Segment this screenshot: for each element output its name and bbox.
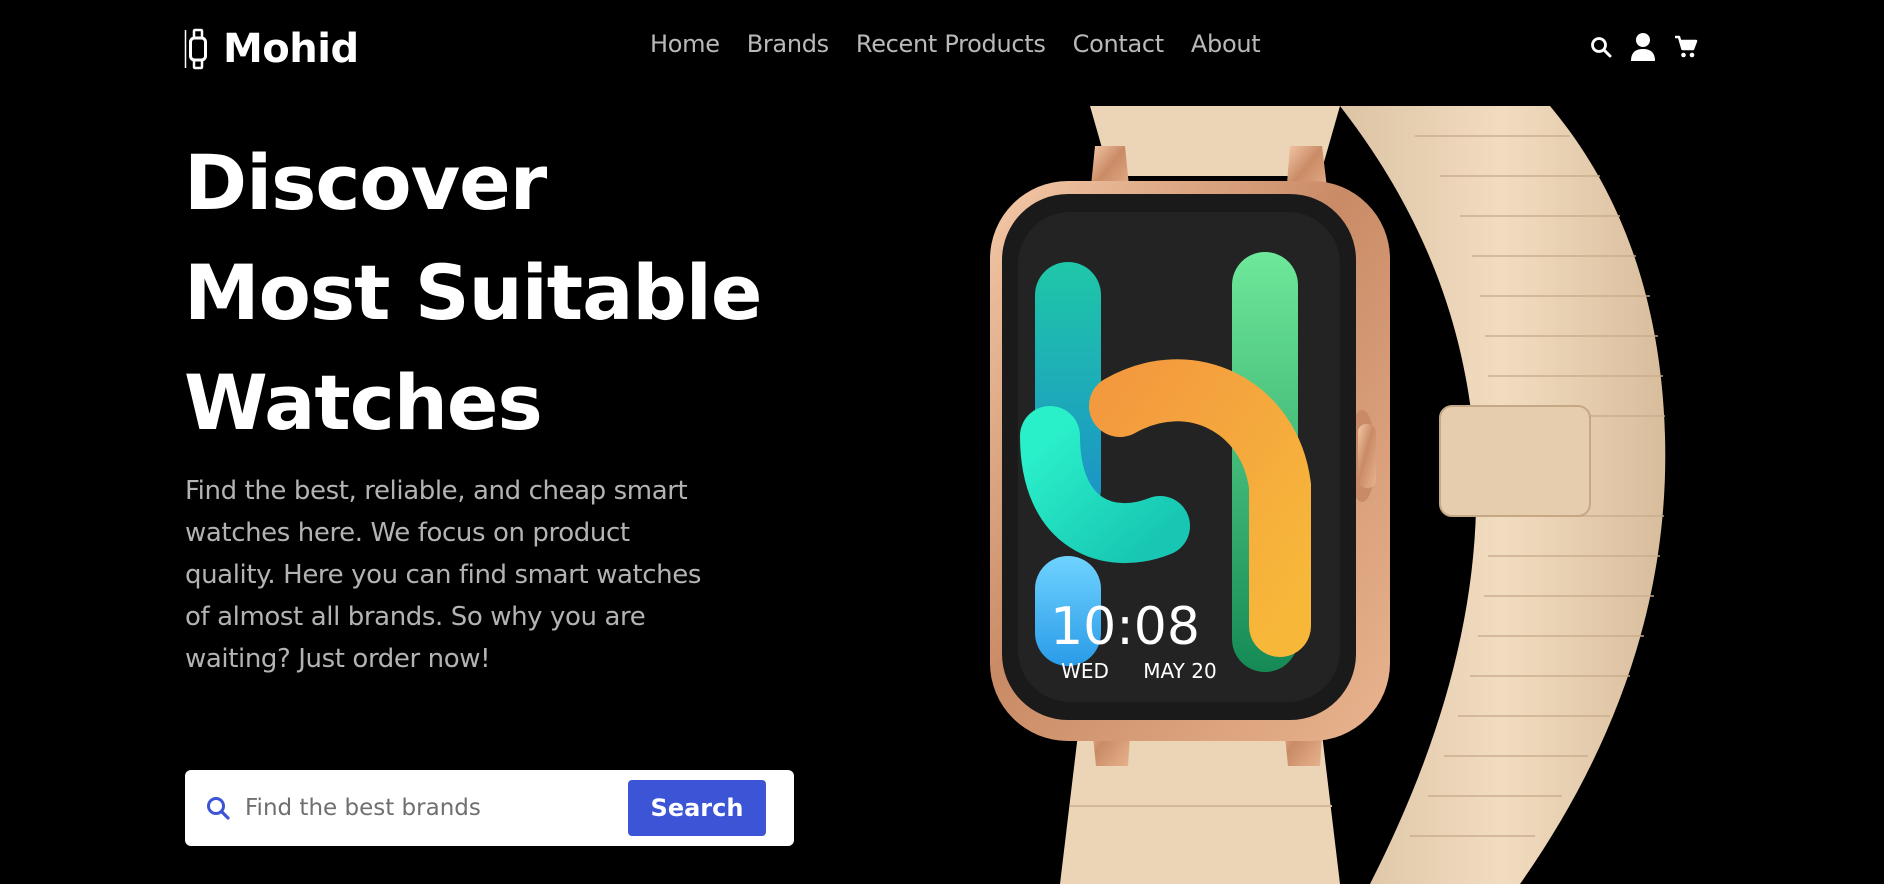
brand-logo[interactable]: Mohid [184, 24, 359, 74]
search-button[interactable]: Search [628, 780, 766, 836]
watch-face-date: MAY 20 [1143, 659, 1216, 683]
nav-recent-products[interactable]: Recent Products [856, 30, 1046, 58]
search-icon[interactable] [1590, 36, 1612, 62]
nav-home[interactable]: Home [650, 30, 720, 58]
header-actions [1590, 32, 1698, 66]
cart-icon[interactable] [1674, 35, 1698, 63]
search-icon [201, 791, 235, 825]
watch-icon [184, 28, 210, 70]
hero-title-line: Watches [184, 358, 543, 447]
hero-title-line: Discover [184, 138, 547, 227]
main-nav: Home Brands Recent Products Contact Abou… [650, 30, 1261, 58]
hero-description: Find the best, reliable, and cheap smart… [185, 476, 701, 674]
nav-brands[interactable]: Brands [747, 30, 830, 58]
user-icon[interactable] [1630, 32, 1656, 66]
brand-name: Mohid [223, 26, 359, 72]
search-bar: Search [185, 770, 794, 846]
nav-contact[interactable]: Contact [1073, 30, 1165, 58]
watch-face-day: WED [1061, 659, 1109, 683]
hero-watch-image: 10:08 WED MAY 20 [960, 106, 1680, 884]
hero-title: Discover Most Suitable Watches [184, 128, 824, 458]
site-header: Mohid Home Brands Recent Products Contac… [0, 0, 1884, 100]
nav-about[interactable]: About [1191, 30, 1261, 58]
search-input[interactable] [243, 787, 627, 829]
watch-face-time: 10:08 [1050, 597, 1200, 657]
hero-title-line: Most Suitable [184, 248, 762, 337]
